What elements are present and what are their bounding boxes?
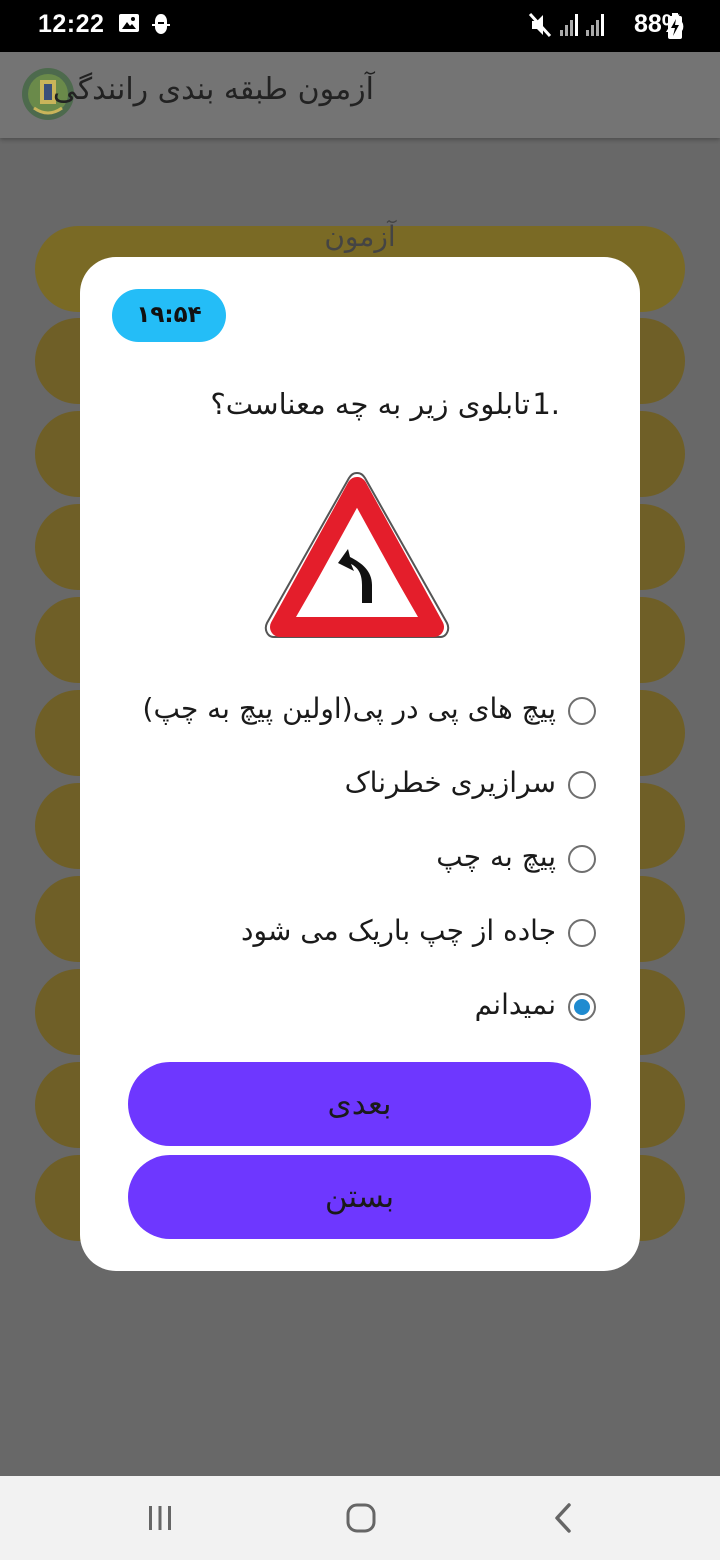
radio-button[interactable] (568, 771, 596, 799)
recent-apps-icon[interactable] (146, 1504, 174, 1536)
countdown-timer: ۱۹:۵۴ (112, 289, 226, 342)
navigation-bar (0, 1476, 720, 1560)
answer-option[interactable]: پیچ های پی در پی(اولین پیچ به چپ) (116, 689, 596, 735)
curve-left-warning-sign-icon (262, 467, 452, 641)
question-dialog: ۱۹:۵۴ 1. تابلوی زیر به چه معناست؟ پیچ ها… (80, 257, 640, 1271)
app-title: آزمون طبقه بندی رانندگی (52, 72, 374, 107)
radio-button-checked[interactable] (568, 993, 596, 1021)
status-bar: 12:22 88% (0, 0, 720, 52)
answer-option[interactable]: سرازیری خطرناک (116, 763, 596, 809)
background-item-label: آزمون (324, 220, 396, 253)
app-bar: آزمون طبقه بندی رانندگی (0, 52, 720, 138)
answer-option[interactable]: جاده از چپ باریک می شود (116, 911, 596, 957)
radio-button[interactable] (568, 919, 596, 947)
android-debug-icon (150, 12, 172, 40)
answer-option-label: پیچ های پی در پی(اولین پیچ به چپ) (142, 692, 556, 725)
radio-button[interactable] (568, 697, 596, 725)
answer-option[interactable]: پیچ به چپ (116, 837, 596, 883)
battery-charging-icon (668, 13, 682, 43)
mute-icon (528, 12, 552, 42)
answer-option-label: نمیدانم (474, 988, 556, 1021)
answer-option-label: جاده از چپ باریک می شود (240, 914, 556, 947)
next-button[interactable]: بعدی (128, 1062, 591, 1146)
question-number: 1. (532, 387, 560, 421)
signal-icon (584, 12, 608, 42)
back-icon[interactable] (552, 1502, 574, 1538)
radio-button[interactable] (568, 845, 596, 873)
image-icon (118, 12, 140, 38)
answer-option-selected[interactable]: نمیدانم (116, 985, 596, 1031)
status-time: 12:22 (38, 10, 105, 38)
close-button[interactable]: بستن (128, 1155, 591, 1239)
answer-option-label: پیچ به چپ (436, 840, 556, 873)
answer-option-label: سرازیری خطرناک (344, 766, 556, 799)
signal-icon (558, 12, 582, 42)
question-text: تابلوی زیر به چه معناست؟ (210, 387, 530, 421)
home-icon[interactable] (345, 1502, 377, 1538)
